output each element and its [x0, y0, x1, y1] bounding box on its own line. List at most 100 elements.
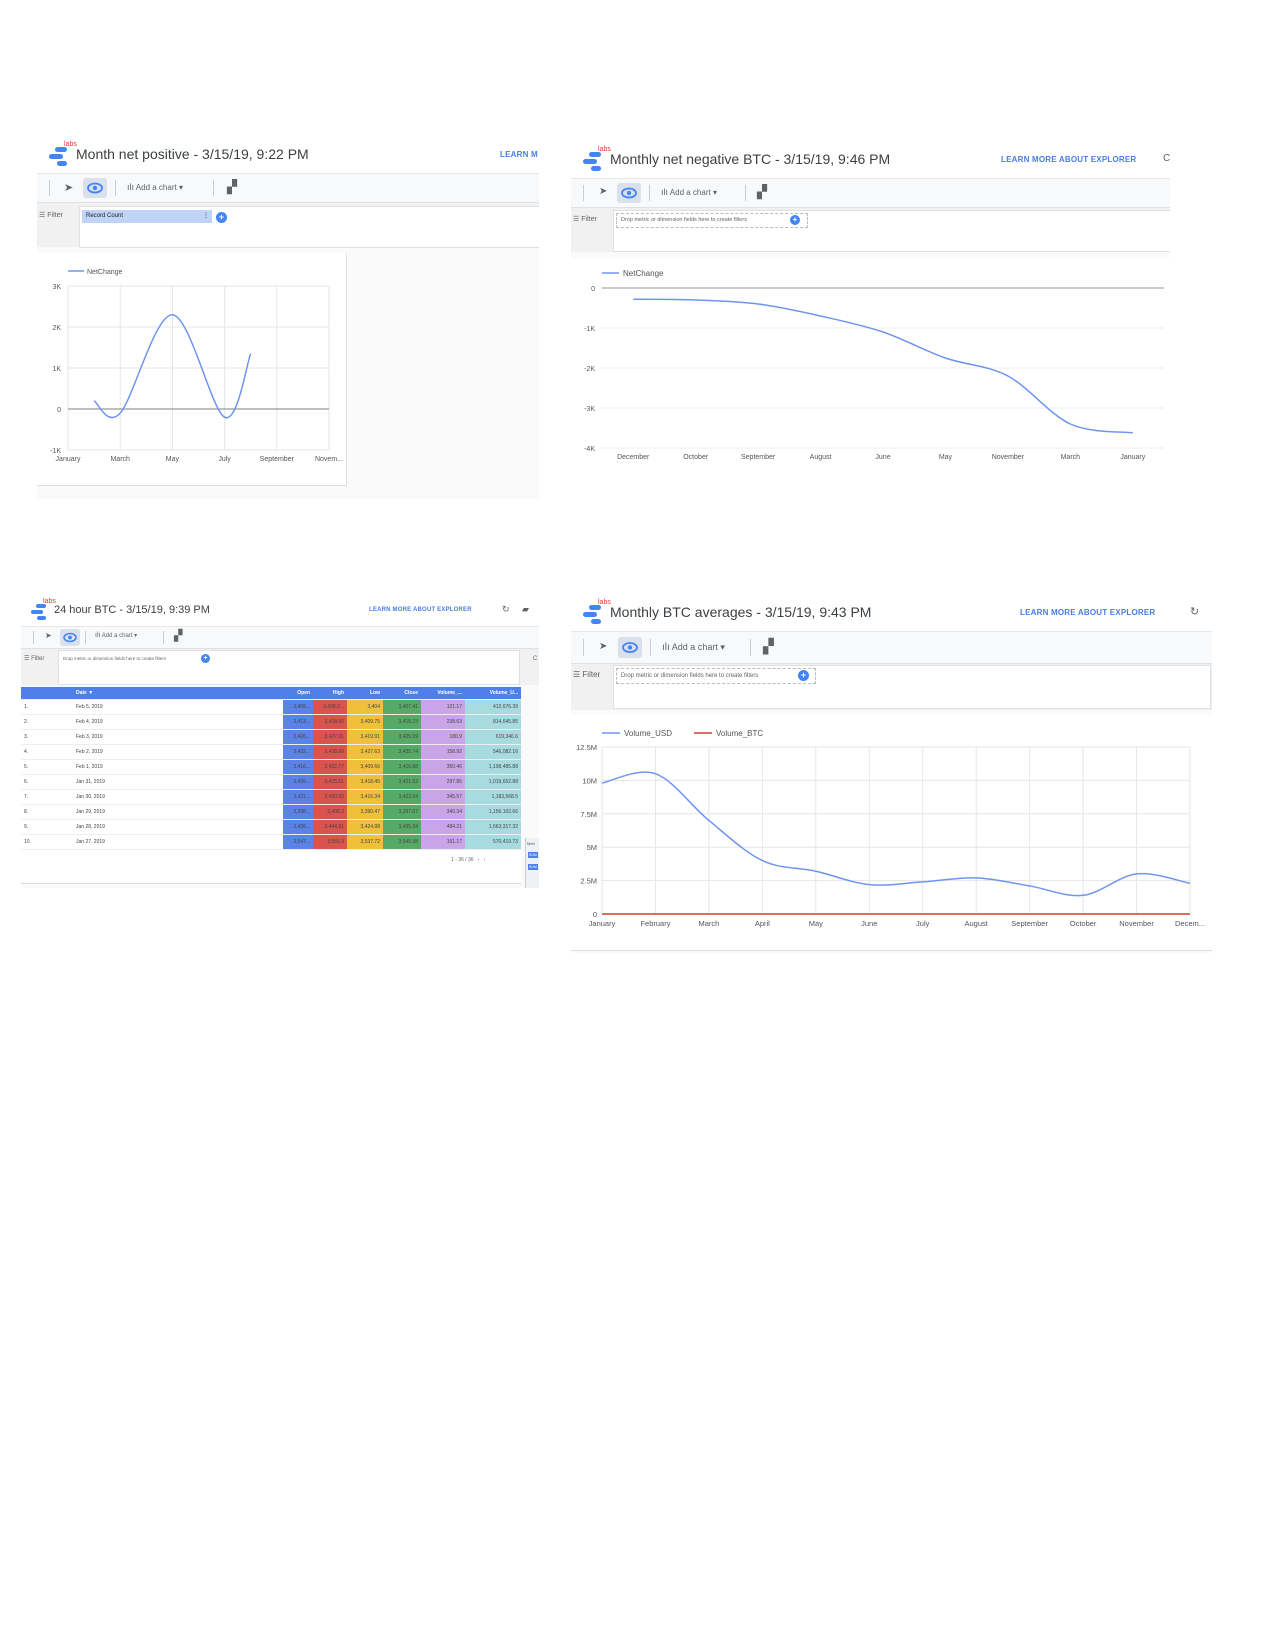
toolbar: ➤ ılı Add a chart ▾ ▞ [571, 632, 1212, 664]
table-cell: 3,416.34 [347, 789, 383, 805]
table-cell: 3,430.92 [313, 789, 347, 805]
filter-label: ☰ Filter [39, 212, 63, 219]
header-date[interactable]: Date ▼ [73, 687, 283, 700]
table-cell: Feb 5, 2019 [73, 699, 283, 715]
table-cell: 180.9 [421, 729, 465, 745]
header-volume-usd[interactable]: Volume_U... [465, 687, 521, 700]
table-cell: Feb 2, 2019 [73, 744, 283, 760]
series-line-netchange [633, 298, 1133, 434]
learn-more-link[interactable]: LEARN MORE ABOUT EXPLORER [1020, 608, 1155, 617]
table-cell: 3,421.52 [383, 774, 421, 790]
header-volume-btc[interactable]: Volume_... [421, 687, 465, 700]
controls-icon[interactable]: ▞ [227, 179, 237, 195]
table-row[interactable]: 9. Jan 28, 2019 3,439... 3,444.91 3,424.98 3,… [21, 819, 521, 835]
table-row[interactable]: 1. Feb 5, 2019 3,409... 3,428.2... 3,404 3,40… [21, 699, 521, 715]
table-row[interactable]: 7. Jan 30, 2019 3,421... 3,430.92 3,416.34 3,… [21, 789, 521, 805]
filter-dropzone[interactable]: Drop metric or dimension fields here to … [613, 210, 1170, 252]
feedback-icon[interactable]: ▰ [522, 604, 529, 615]
filter-dropzone[interactable]: Record Count ⋮ + [79, 206, 539, 248]
side-panel-chip[interactable]: SUM [528, 852, 538, 858]
header-low[interactable]: Low [347, 687, 383, 700]
x-tick-label: May [939, 454, 953, 461]
pointer-icon[interactable]: ➤ [599, 186, 607, 197]
labs-badge: labs [598, 599, 611, 606]
refresh-icon[interactable]: C [1163, 153, 1170, 164]
table-row[interactable]: 8. Jan 29, 2019 3,398... 3,408.3 3,390.47 3,3… [21, 804, 521, 820]
table-cell: 3,397.07 [383, 804, 421, 820]
table-row[interactable]: 6. Jan 31, 2019 3,426... 3,425.61 3,418.45 3,… [21, 774, 521, 790]
filter-icon: ☰ [573, 216, 580, 223]
side-panel-letter: C [533, 656, 538, 662]
table-cell: 3,408.3 [313, 804, 347, 820]
x-tick-label: January [589, 919, 616, 928]
table-cell: 1,198,485.88 [465, 759, 521, 775]
explorer-logo: labs [31, 598, 56, 622]
y-tick-label: 3K [52, 284, 61, 291]
controls-icon[interactable]: ▞ [757, 184, 767, 200]
series-line-volume-usd [601, 771, 1191, 897]
x-tick-label: January [1120, 454, 1145, 461]
x-tick-label: December [617, 454, 650, 461]
bar-chart-icon: ılı [661, 187, 669, 197]
pointer-icon[interactable]: ➤ [64, 181, 73, 194]
refresh-icon[interactable]: ↻ [502, 604, 510, 615]
pointer-icon[interactable]: ➤ [45, 631, 52, 640]
add-filter-button[interactable]: + [216, 212, 227, 223]
table-cell: 3,547... [283, 834, 313, 850]
view-mode-button[interactable] [617, 183, 641, 203]
table-row[interactable]: 2. Feb 4, 2019 3,413... 3,418.00 3,409.75 3,4… [21, 714, 521, 730]
table-cell: 7. [21, 789, 73, 805]
view-mode-button[interactable] [618, 637, 642, 658]
header-open[interactable]: Open [283, 687, 313, 700]
chart-panel: 0 2.5M 5M 7.5M 10M 12.5M January February March A… [571, 714, 1212, 951]
learn-more-link[interactable]: LEARN MORE ABOUT EXPLORER [369, 607, 472, 613]
controls-icon[interactable]: ▞ [174, 629, 182, 642]
add-chart-button[interactable]: ılı Add a chart ▾ [662, 642, 725, 653]
side-panel: Metr SUM SUM [525, 838, 539, 888]
add-chart-button[interactable]: ılı Add a chart ▾ [127, 182, 183, 192]
view-mode-button[interactable] [60, 629, 80, 646]
header-close[interactable]: Close [383, 687, 421, 700]
table-cell: 340.34 [421, 804, 465, 820]
table-row[interactable]: 4. Feb 2, 2019 3,432... 3,438.99 3,427.63 3,4… [21, 744, 521, 760]
dropdown-icon: ▾ [720, 642, 725, 652]
table-cell: 9. [21, 819, 73, 835]
view-mode-button[interactable] [83, 178, 107, 198]
table-cell: 3,407.41 [383, 699, 421, 715]
table-cell: 3,432... [283, 744, 313, 760]
filter-label: ☰ Filter [24, 656, 45, 662]
add-filter-button[interactable]: + [790, 215, 800, 225]
table-row[interactable]: 10. Jan 27, 2019 3,547... 3,550.3 3,537.72 3,… [21, 834, 521, 850]
dropdown-icon: ▾ [712, 188, 717, 197]
filter-dropzone[interactable]: Drop metric or dimension fields here to … [58, 650, 520, 685]
filter-chip-record-count[interactable]: Record Count ⋮ [82, 210, 212, 223]
filter-dropzone[interactable]: Drop metric or dimension fields here to … [613, 665, 1211, 709]
table-cell: 3,416... [283, 759, 313, 775]
add-filter-button[interactable]: + [798, 670, 809, 681]
pointer-icon[interactable]: ➤ [599, 641, 607, 652]
learn-more-link[interactable]: LEARN M [500, 150, 538, 159]
add-chart-button[interactable]: ılı Add a chart ▾ [661, 187, 717, 197]
pagination-label: 1 - 36 / 36 [451, 857, 474, 863]
add-filter-button[interactable]: + [201, 654, 210, 663]
prev-page-icon[interactable]: ‹ [478, 857, 480, 863]
x-tick-label: June [861, 919, 877, 928]
table-row[interactable]: 5. Feb 1, 2019 3,416... 3,422.77 3,409.66 3,4… [21, 759, 521, 775]
y-tick-label: 0 [591, 286, 595, 293]
side-panel-chip[interactable]: SUM [528, 864, 538, 870]
next-page-icon[interactable]: › [484, 857, 486, 863]
refresh-icon[interactable]: ↻ [1190, 605, 1199, 618]
add-chart-button[interactable]: ılı Add a chart ▾ [95, 632, 137, 639]
bar-chart-icon: ılı [662, 642, 670, 653]
eye-icon [621, 187, 637, 199]
table-row[interactable]: 3. Feb 3, 2019 3,426... 3,427.91 3,419.91 3,4… [21, 729, 521, 745]
x-tick-label: July [218, 456, 231, 463]
explorer-24-hour-btc: labs 24 hour BTC - 3/15/19, 9:39 PM LEAR… [21, 598, 539, 888]
controls-icon[interactable]: ▞ [763, 638, 774, 655]
header-high[interactable]: High [313, 687, 347, 700]
table-cell: Jan 30, 2019 [73, 789, 283, 805]
header: labs Month net positive - 3/15/19, 9:22 … [37, 137, 539, 174]
table-cell: 3,423.54 [383, 789, 421, 805]
header: labs Monthly net negative BTC - 3/15/19,… [571, 142, 1170, 179]
learn-more-link[interactable]: LEARN MORE ABOUT EXPLORER [1001, 155, 1136, 164]
